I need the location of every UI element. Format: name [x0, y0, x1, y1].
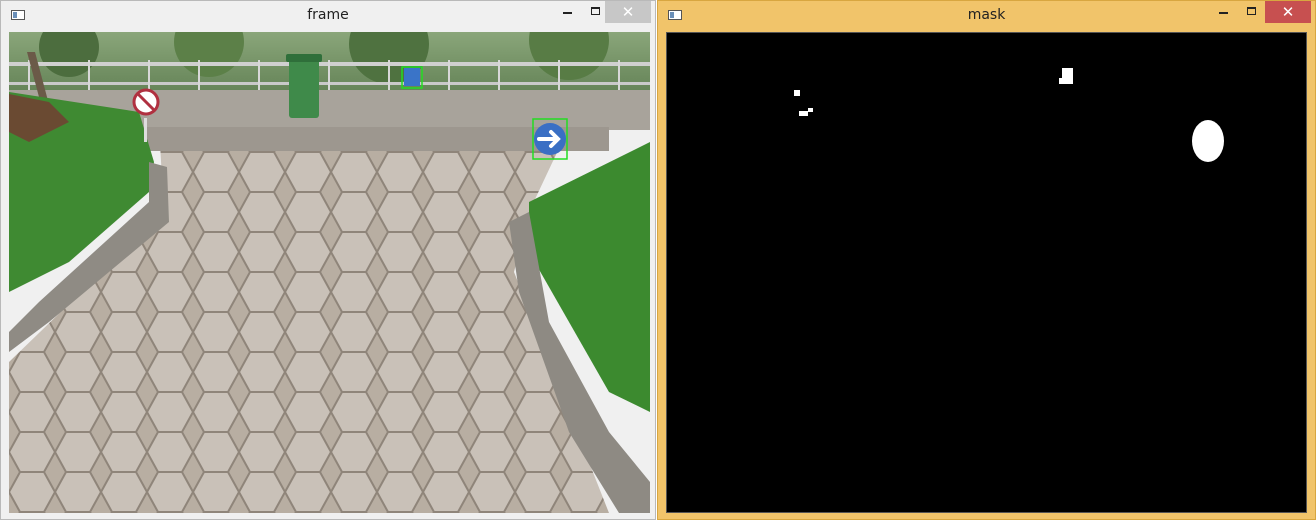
close-icon: ✕ [621, 3, 635, 21]
maximize-icon [1246, 6, 1256, 15]
mask-image [666, 32, 1307, 513]
mask-blob [1192, 120, 1224, 162]
maximize-icon [590, 6, 600, 15]
frame-titlebar[interactable]: frame ✕ [1, 1, 655, 31]
mask-blob [794, 90, 800, 96]
mask-titlebar[interactable]: mask ✕ [658, 1, 1315, 31]
minimize-icon [562, 11, 572, 14]
maximize-button[interactable] [1237, 1, 1265, 23]
close-icon: ✕ [1281, 3, 1295, 21]
frame-window: frame ✕ [0, 0, 656, 520]
frame-image [9, 32, 650, 513]
camera-frame-image [9, 32, 650, 513]
minimize-icon [1218, 11, 1228, 14]
minimize-button[interactable] [1209, 1, 1237, 23]
mask-blob [808, 108, 813, 112]
minimize-button[interactable] [553, 1, 581, 23]
mask-blob [799, 111, 808, 116]
binary-mask-image [667, 33, 1306, 512]
mask-blob [1059, 78, 1064, 84]
close-button[interactable]: ✕ [1265, 1, 1311, 23]
close-button[interactable]: ✕ [605, 1, 651, 23]
mask-window: mask ✕ [657, 0, 1316, 520]
